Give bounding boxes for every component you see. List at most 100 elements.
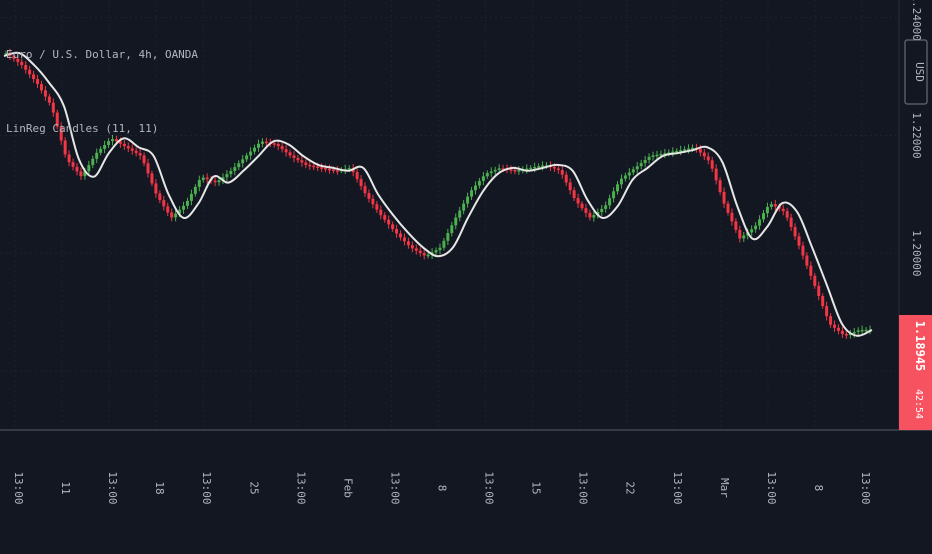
candle-down <box>588 212 592 218</box>
candle-down <box>43 90 47 97</box>
candle-down <box>387 219 391 225</box>
candle-down <box>576 198 580 204</box>
candle-down <box>134 150 138 154</box>
time-tick-label: 13:00 <box>859 471 872 504</box>
candle-up <box>91 158 95 166</box>
candle-up <box>470 190 474 197</box>
time-tick-label: 25 <box>247 481 260 494</box>
legend-indicator[interactable]: LinReg Candles (11, 11) <box>6 122 158 135</box>
candle-up <box>623 175 627 179</box>
time-tick-label: 13:00 <box>765 471 778 504</box>
chart-svg[interactable]: 1.200001.220001.24000 13:00 11 13:00 18 13:0… <box>0 0 932 550</box>
candle-down <box>280 146 284 150</box>
candle-up <box>497 168 501 170</box>
candle-down <box>316 166 320 168</box>
time-tick-label: 13:00 <box>106 471 119 504</box>
time-tick-label: 8 <box>436 485 449 492</box>
candle-up <box>485 173 489 177</box>
candle-down <box>335 170 339 172</box>
candle-down <box>730 212 734 222</box>
candle-up <box>182 205 186 210</box>
candle-up <box>635 166 639 170</box>
candle-down <box>130 148 134 151</box>
candle-down <box>785 211 789 218</box>
candle-up <box>111 139 114 142</box>
candle-up <box>643 159 647 164</box>
candle-up <box>864 329 868 332</box>
candle-down <box>734 221 738 230</box>
candle-down <box>20 61 24 66</box>
candle-up <box>185 200 189 206</box>
currency-label: USD <box>913 62 926 82</box>
candle-up <box>631 169 635 173</box>
candle-up <box>233 167 237 171</box>
candle-up <box>458 210 462 218</box>
candle-down <box>781 208 785 212</box>
candle-down <box>138 153 142 156</box>
last-price-label[interactable]: 1.18945 42:54 <box>899 315 932 430</box>
candle-up <box>466 196 470 204</box>
time-tick-label: Mar <box>718 478 731 498</box>
candle-up <box>477 180 481 186</box>
time-tick-label: 15 <box>530 481 543 494</box>
candle-down <box>363 186 367 194</box>
candle-down <box>840 330 844 334</box>
time-tick-label: 13:00 <box>12 471 25 504</box>
candle-down <box>509 169 513 171</box>
candle-down <box>698 148 702 153</box>
candle-down <box>162 200 166 207</box>
candle-up <box>608 198 612 206</box>
currency-badge[interactable]: USD <box>904 39 928 105</box>
candle-down <box>67 154 71 163</box>
candle-down <box>63 140 67 155</box>
candle-down <box>568 182 572 191</box>
candle-down <box>150 173 154 184</box>
candle-down <box>797 236 801 246</box>
candle-up <box>616 184 620 192</box>
chart[interactable]: 1.20000 1.22000 1.24000 13:00 11 13:00 18 13:0… <box>0 0 932 550</box>
candle-up <box>193 186 197 194</box>
candle-down <box>28 69 32 75</box>
candle-down <box>276 143 280 147</box>
time-tick-label: 11 <box>59 481 72 494</box>
candle-up <box>529 167 533 170</box>
candle-down <box>395 229 399 234</box>
candle-down <box>726 203 730 213</box>
candle-down <box>331 169 335 172</box>
candle-up <box>600 208 604 212</box>
candle-down <box>114 139 118 142</box>
candle-down <box>383 215 387 220</box>
time-tick-label: 13:00 <box>294 471 307 504</box>
candle-up <box>742 235 746 239</box>
candle-down <box>829 316 833 325</box>
candle-down <box>706 156 710 161</box>
candle-up <box>762 213 765 220</box>
candle-up <box>612 191 616 199</box>
candle-up <box>754 225 758 230</box>
candle-up <box>462 203 466 211</box>
candle-up <box>245 155 249 160</box>
candle-up <box>225 174 229 178</box>
candle-down <box>817 285 821 296</box>
candle-up <box>256 143 260 148</box>
candle-up <box>758 219 762 226</box>
candle-down <box>126 146 130 149</box>
candle-down <box>146 163 150 174</box>
legend-symbol[interactable]: Euro / U.S. Dollar, 4h, OANDA <box>6 48 198 61</box>
candle-up <box>627 172 631 176</box>
candle-down <box>264 141 268 144</box>
candle-down <box>292 155 296 158</box>
price-axis[interactable]: 1.20000 1.22000 1.24000 <box>910 0 923 276</box>
candle-down <box>371 198 375 205</box>
candle-down <box>402 237 406 242</box>
candle-up <box>659 153 663 156</box>
candle-down <box>722 191 726 204</box>
time-axis[interactable]: 13:00 11 13:00 18 13:00 25 13:00 Feb 13:00 8 13:00… <box>12 471 872 504</box>
candle-down <box>170 212 174 218</box>
candle-down <box>391 224 395 230</box>
candle-up <box>103 145 107 149</box>
candle-down <box>154 183 158 194</box>
candle-down <box>272 143 276 145</box>
candle-down <box>308 164 312 167</box>
candle-down <box>738 229 742 239</box>
